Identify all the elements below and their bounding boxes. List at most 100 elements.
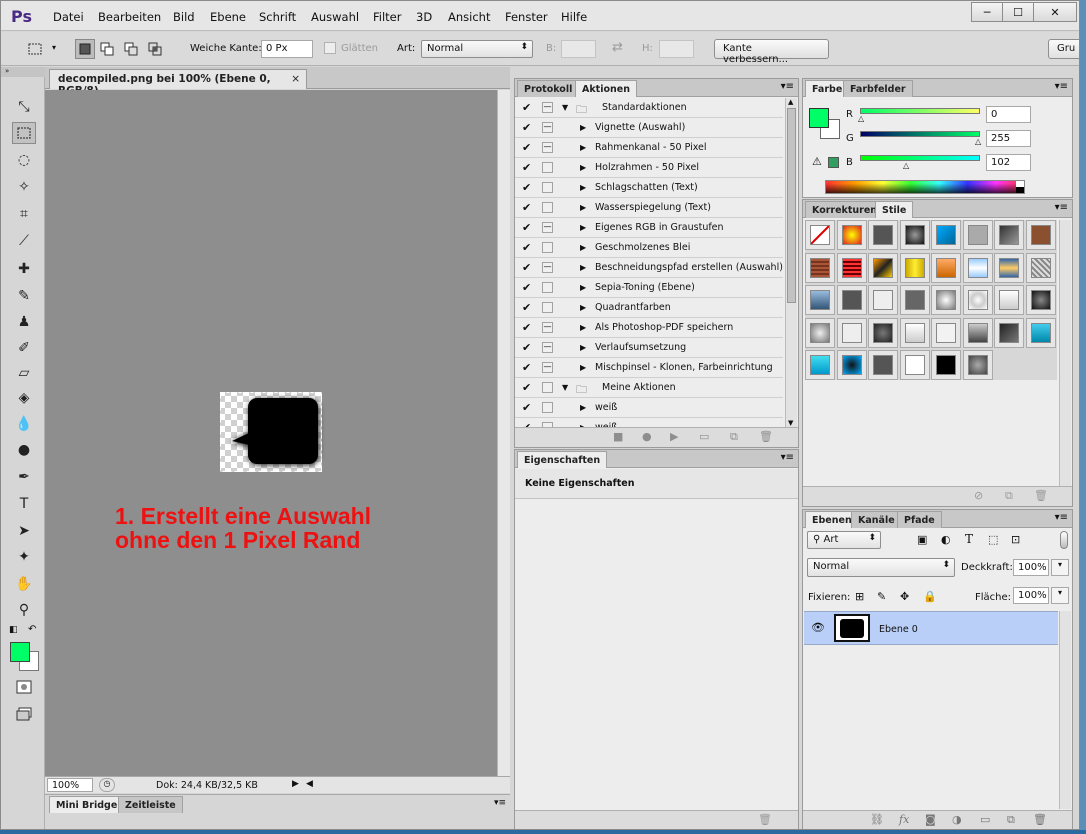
history-brush-tool-icon[interactable]: ✐: [12, 337, 36, 359]
tab-mini-bridge[interactable]: Mini Bridge: [49, 796, 125, 813]
maximize-button[interactable]: ☐: [1002, 2, 1034, 22]
action-row[interactable]: ✔ ▶ Wasserspiegelung (Text): [515, 198, 783, 218]
filter-smart-object-icon[interactable]: ⊡: [1011, 533, 1020, 546]
style-swatch[interactable]: [836, 285, 867, 315]
menu-hilfe[interactable]: Hilfe: [561, 10, 587, 24]
style-swatch[interactable]: [868, 317, 898, 348]
action-row[interactable]: ✔ — ▶ Vignette (Auswahl): [515, 118, 783, 138]
style-swatch[interactable]: [931, 285, 961, 315]
dialog-toggle-icon[interactable]: —: [542, 362, 553, 373]
menu-fenster[interactable]: Fenster: [505, 10, 548, 24]
screen-mode-icon[interactable]: [12, 703, 36, 725]
status-options-icon[interactable]: ◷: [99, 778, 115, 792]
style-swatch[interactable]: [931, 252, 961, 283]
panel-menu-icon[interactable]: ▾≡: [1055, 202, 1068, 213]
scroll-down-icon[interactable]: ▼: [788, 419, 793, 427]
tab-farbfelder[interactable]: Farbfelder: [843, 80, 913, 97]
new-layer-icon[interactable]: ⧉: [1007, 813, 1015, 827]
default-colors-icon[interactable]: ◧: [9, 625, 18, 635]
custom-shape-tool-icon[interactable]: ✦: [12, 546, 36, 568]
style-swatch[interactable]: [994, 285, 1024, 315]
menu-auswahl[interactable]: Auswahl: [311, 10, 359, 24]
panel-menu-icon[interactable]: ▾≡: [1055, 512, 1068, 523]
dialog-toggle-icon[interactable]: [542, 202, 553, 213]
pen-tool-icon[interactable]: ✒: [12, 466, 36, 488]
style-swatch[interactable]: [836, 317, 867, 348]
dialog-toggle-icon[interactable]: —: [542, 322, 553, 333]
action-row[interactable]: ✔ — ▶ Beschneidungspfad erstellen (Auswahl): [515, 258, 783, 278]
style-swatch[interactable]: [962, 317, 993, 348]
action-set-row[interactable]: ✔ ▼ 🗀 Meine Aktionen: [515, 378, 783, 398]
menu-bild[interactable]: Bild: [173, 10, 195, 24]
filter-toggle[interactable]: [1060, 531, 1068, 549]
collapse-arrow-icon[interactable]: ▶: [580, 263, 586, 272]
tab-aktionen[interactable]: Aktionen: [575, 80, 637, 97]
style-swatch[interactable]: [994, 252, 1024, 283]
dialog-toggle-icon[interactable]: [542, 162, 553, 173]
style-swatch[interactable]: [805, 317, 835, 348]
eraser-tool-icon[interactable]: ▱: [12, 362, 36, 384]
style-swatch[interactable]: [836, 220, 867, 250]
checkmark-icon[interactable]: ✔: [522, 381, 531, 394]
checkmark-icon[interactable]: ✔: [522, 221, 531, 234]
menu-3d[interactable]: 3D: [416, 10, 432, 24]
lock-pixels-icon[interactable]: ✎: [877, 590, 886, 603]
opacity-input[interactable]: 100%: [1013, 559, 1049, 576]
layer-row[interactable]: 👁 Ebene 0: [804, 611, 1058, 645]
add-selection-icon[interactable]: [97, 39, 117, 59]
collapse-arrow-icon[interactable]: ▶: [580, 123, 586, 132]
lasso-tool-icon[interactable]: ◌: [12, 149, 36, 171]
eyedropper-tool-icon[interactable]: ⟋: [12, 230, 36, 252]
style-swatch[interactable]: [1025, 220, 1056, 250]
rect-marquee-tool-icon[interactable]: [12, 122, 36, 144]
height-input[interactable]: [659, 40, 694, 58]
dodge-tool-icon[interactable]: ●: [12, 439, 36, 461]
quick-mask-icon[interactable]: [12, 676, 36, 698]
action-row[interactable]: ✔ — ▶ Eigenes RGB in Graustufen: [515, 218, 783, 238]
style-swatch[interactable]: [899, 220, 930, 250]
style-swatch[interactable]: [805, 350, 835, 380]
dialog-toggle-icon[interactable]: [542, 382, 553, 393]
collapse-arrow-icon[interactable]: ▶: [580, 183, 586, 192]
checkmark-icon[interactable]: ✔: [522, 101, 531, 114]
clear-style-icon[interactable]: ⊘: [974, 489, 983, 502]
dialog-toggle-icon[interactable]: [542, 402, 553, 413]
collapse-arrow-icon[interactable]: ▶: [580, 243, 586, 252]
close-button[interactable]: ✕: [1033, 2, 1077, 22]
style-swatch[interactable]: [962, 252, 993, 283]
panel-menu-icon[interactable]: ▾≡: [781, 452, 794, 463]
checkmark-icon[interactable]: ✔: [522, 361, 531, 374]
actions-scrollbar[interactable]: ▲ ▼: [785, 98, 797, 427]
filter-adjustment-icon[interactable]: ◐: [941, 533, 951, 546]
paint-bucket-tool-icon[interactable]: ◈: [12, 387, 36, 409]
lock-transparency-icon[interactable]: ⊞: [855, 590, 864, 603]
tab-korrekturen[interactable]: Korrekturen: [805, 201, 885, 218]
style-swatch[interactable]: [868, 350, 898, 380]
swap-colors-icon[interactable]: ↶: [28, 624, 36, 635]
action-row[interactable]: ✔ — ▶ Als Photoshop-PDF speichern: [515, 318, 783, 338]
style-swatch[interactable]: [805, 252, 835, 283]
status-menu-arrow-icon[interactable]: ▶: [292, 779, 299, 789]
filter-type-icon[interactable]: T: [965, 532, 973, 546]
new-style-icon[interactable]: ⧉: [1005, 489, 1013, 503]
style-swatch[interactable]: [868, 220, 898, 250]
link-layers-icon[interactable]: ⛓: [870, 813, 884, 826]
tab-eigenschaften[interactable]: Eigenschaften: [517, 451, 608, 468]
tab-stile[interactable]: Stile: [875, 201, 914, 218]
zoom-tool-icon[interactable]: ⚲: [12, 599, 36, 621]
expand-arrow-icon[interactable]: ▼: [562, 383, 568, 392]
new-group-icon[interactable]: ▭: [980, 813, 990, 826]
delete-layer-icon[interactable]: 🗑: [1033, 813, 1047, 826]
zoom-field[interactable]: 100%: [47, 778, 93, 792]
type-tool-icon[interactable]: T: [12, 493, 36, 515]
checkmark-icon[interactable]: ✔: [522, 401, 531, 414]
action-row[interactable]: ✔ — ▶ Rahmenkanal - 50 Pixel: [515, 138, 783, 158]
subtract-selection-icon[interactable]: [121, 39, 141, 59]
dialog-toggle-icon[interactable]: —: [542, 262, 553, 273]
stop-recording-icon[interactable]: ■: [613, 430, 623, 443]
antialias-checkbox[interactable]: [324, 42, 336, 54]
style-swatch[interactable]: [1025, 285, 1056, 315]
red-slider-thumb-icon[interactable]: △: [858, 114, 864, 123]
style-swatch[interactable]: [962, 285, 993, 315]
menu-ebene[interactable]: Ebene: [210, 10, 246, 24]
